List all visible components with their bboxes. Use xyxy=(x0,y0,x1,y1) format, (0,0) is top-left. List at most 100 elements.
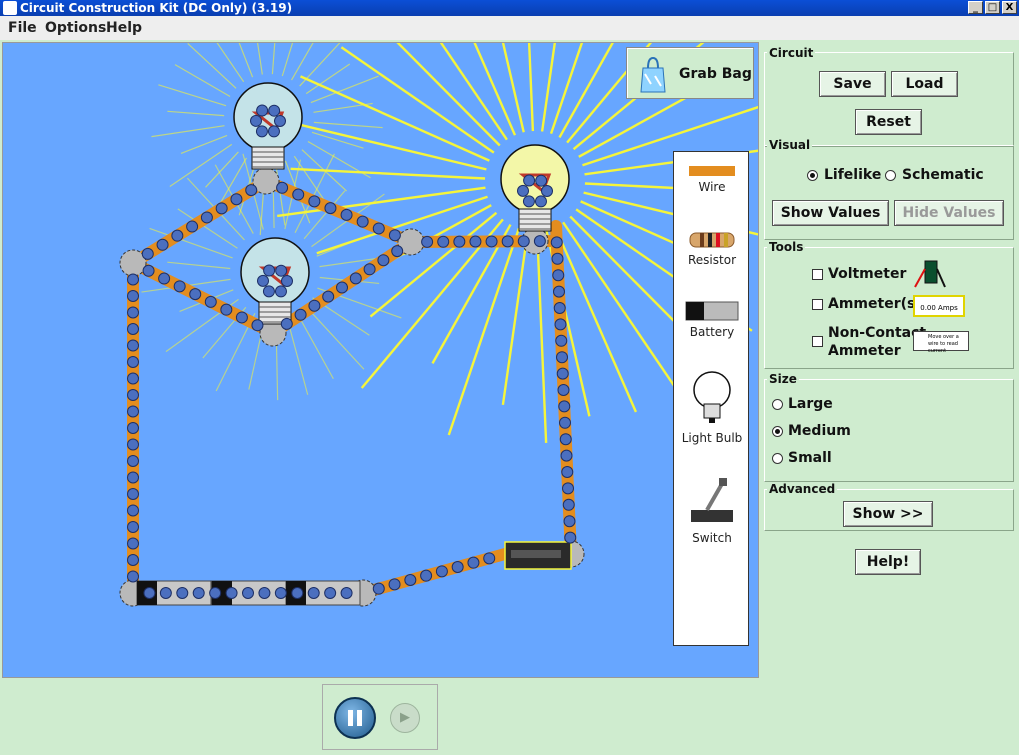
step-icon: ▶︎ xyxy=(400,710,410,725)
electron xyxy=(127,488,139,500)
electron xyxy=(322,290,335,303)
light-ray xyxy=(313,121,383,129)
toolbox-switch-label: Switch xyxy=(692,531,732,545)
close-button[interactable]: X xyxy=(1002,1,1017,14)
electron xyxy=(127,438,139,451)
electron xyxy=(522,195,535,208)
pause-button[interactable] xyxy=(334,697,376,739)
electron xyxy=(251,319,264,332)
hide-values-button[interactable]: Hide Values xyxy=(894,200,1004,226)
toolbox-wire[interactable]: Wire xyxy=(674,166,750,194)
electron xyxy=(523,174,536,187)
grab-bag-button[interactable]: Grab Bag xyxy=(626,47,754,99)
electron xyxy=(274,587,287,599)
noncontact-ammeter-icon: Move over a wire to read current xyxy=(913,331,969,354)
electron xyxy=(391,245,404,258)
toolbox-light-bulb[interactable]: Light Bulb xyxy=(674,370,750,445)
minimize-button[interactable]: _ xyxy=(968,1,983,14)
noncontact-ammeter-checkbox[interactable] xyxy=(812,336,823,347)
light-ray xyxy=(187,43,237,89)
switch-icon xyxy=(691,478,733,522)
resistor-icon xyxy=(689,232,735,248)
ammeter-label: Ammeter(s) xyxy=(828,296,922,312)
toolbox-switch[interactable]: Switch xyxy=(674,476,750,545)
light-ray xyxy=(174,64,231,97)
small-radio[interactable] xyxy=(772,453,783,464)
noncontact-label-2: Ammeter xyxy=(828,343,901,359)
lifelike-radio[interactable] xyxy=(807,170,818,181)
electron xyxy=(308,195,321,208)
voltmeter-icon xyxy=(913,259,947,289)
voltmeter-checkbox[interactable] xyxy=(812,269,823,280)
electron xyxy=(258,587,271,599)
menubar: File Options Help xyxy=(0,16,1019,40)
light-ray xyxy=(271,43,276,75)
electron xyxy=(541,185,553,197)
electron xyxy=(363,263,376,276)
electron xyxy=(127,504,139,517)
battery-icon xyxy=(685,301,739,321)
large-label: Large xyxy=(788,396,833,412)
light-ray xyxy=(169,143,233,188)
menu-help[interactable]: Help xyxy=(106,20,142,36)
electron xyxy=(553,302,566,314)
electron xyxy=(467,556,480,569)
light-ray xyxy=(238,43,254,78)
electron xyxy=(127,273,139,286)
ammeter-icon: 0.00 Amps xyxy=(913,295,965,317)
electron xyxy=(242,587,254,599)
electron xyxy=(235,311,248,324)
small-label: Small xyxy=(788,450,832,466)
electron xyxy=(556,367,569,380)
electron xyxy=(560,449,573,462)
electron xyxy=(268,104,281,117)
electron xyxy=(377,254,390,267)
electron xyxy=(483,552,496,565)
wire-icon xyxy=(689,166,735,176)
schematic-radio[interactable] xyxy=(885,170,896,181)
window-title: Circuit Construction Kit (DC Only) (3.19… xyxy=(20,1,293,15)
help-button[interactable]: Help! xyxy=(855,549,921,575)
circuit-switch[interactable] xyxy=(504,541,572,570)
circuit-canvas[interactable] xyxy=(2,42,759,678)
load-button[interactable]: Load xyxy=(891,71,958,97)
show-values-button[interactable]: Show Values xyxy=(772,200,889,226)
menu-options[interactable]: Options xyxy=(45,20,106,36)
toolbox-wire-label: Wire xyxy=(698,180,726,194)
light-ray xyxy=(167,261,231,270)
menu-file[interactable]: File xyxy=(8,20,37,36)
electron xyxy=(127,306,139,319)
lifelike-label: Lifelike xyxy=(824,167,882,183)
electron xyxy=(204,295,217,308)
electron xyxy=(275,264,288,277)
toolbox-battery[interactable]: Battery xyxy=(674,300,750,339)
maximize-button[interactable]: □ xyxy=(985,1,1000,14)
light-ray xyxy=(205,151,239,188)
wire-segment xyxy=(260,175,417,248)
electron xyxy=(274,115,286,127)
reset-button[interactable]: Reset xyxy=(855,109,922,135)
toolbox-resistor[interactable]: Resistor xyxy=(674,230,750,267)
step-button[interactable]: ▶︎ xyxy=(390,703,420,733)
electron xyxy=(276,181,289,194)
light-ray xyxy=(447,227,521,436)
light-bulb-icon xyxy=(693,371,731,423)
ammeter-checkbox[interactable] xyxy=(812,299,823,310)
electron xyxy=(556,351,568,364)
save-button[interactable]: Save xyxy=(819,71,886,97)
electron xyxy=(421,235,434,248)
large-radio[interactable] xyxy=(772,399,783,410)
electron xyxy=(127,422,139,434)
electron xyxy=(564,531,577,544)
control-panel: Circuit Save Load Reset Visual Lifelike … xyxy=(761,42,1019,755)
light-ray xyxy=(257,43,263,75)
medium-radio[interactable] xyxy=(772,426,783,437)
electron xyxy=(127,372,139,385)
light-ray xyxy=(501,230,530,406)
noncontact-label-1: Non-Contact xyxy=(828,325,927,341)
electron xyxy=(517,235,530,248)
java-app-icon xyxy=(3,1,17,15)
electron xyxy=(501,235,514,248)
advanced-show-button[interactable]: Show >> xyxy=(843,501,933,527)
electron xyxy=(127,356,139,368)
